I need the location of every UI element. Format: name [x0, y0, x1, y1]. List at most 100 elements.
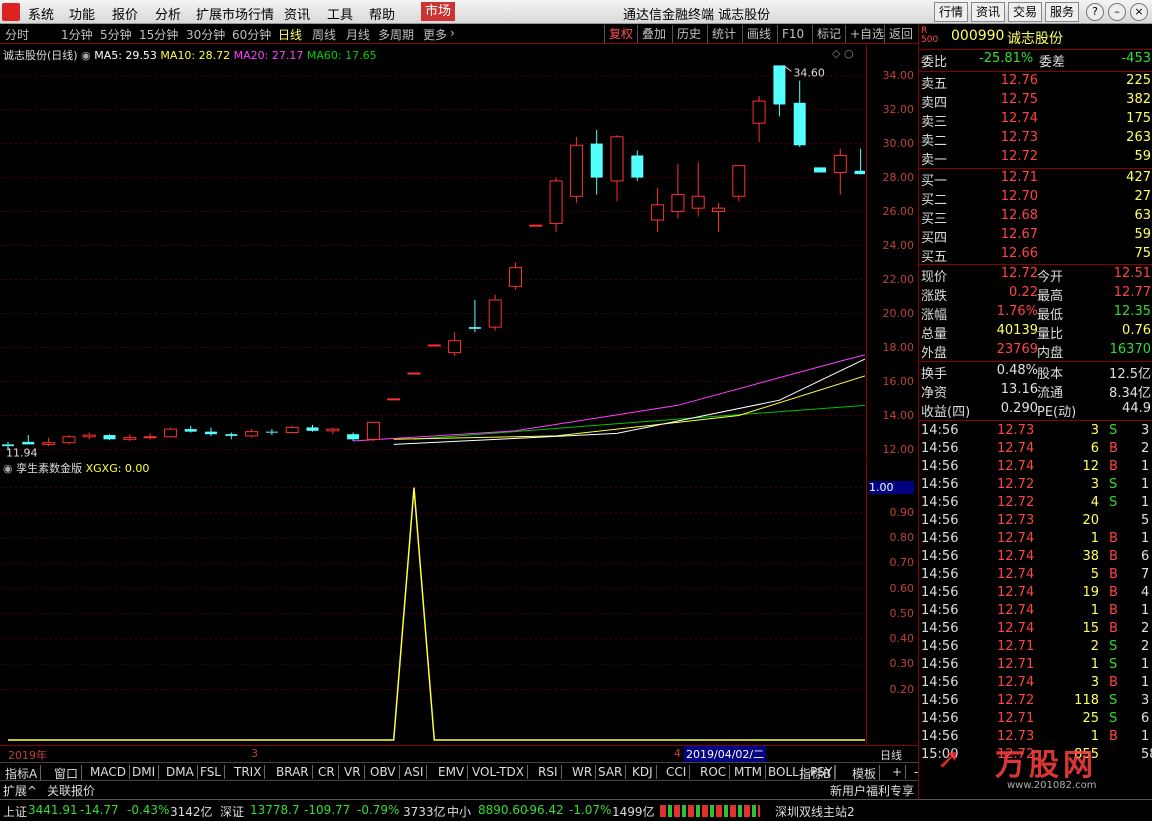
- tab-brar[interactable]: BRAR: [273, 765, 313, 779]
- period-1min[interactable]: 1分钟: [61, 26, 93, 43]
- candle-body-up: [691, 195, 705, 209]
- zx-label[interactable]: 中小: [447, 803, 471, 820]
- minimize-icon[interactable]: –: [1108, 3, 1126, 21]
- period-daily[interactable]: 日线: [278, 26, 302, 43]
- close-icon[interactable]: ×: [1130, 3, 1148, 21]
- sz-label[interactable]: 深证: [220, 803, 244, 820]
- candle-body-up: [833, 154, 847, 173]
- period-5min[interactable]: 5分钟: [100, 26, 132, 43]
- period-60min[interactable]: 60分钟: [232, 26, 271, 43]
- indicator-toggle-icon[interactable]: ◉: [3, 462, 13, 475]
- tick-volume: 5: [1090, 567, 1099, 582]
- btn-service[interactable]: 服务: [1045, 2, 1080, 22]
- candle-body-up: [529, 224, 543, 227]
- tab-kdj[interactable]: KDJ: [629, 765, 657, 779]
- menu-tools[interactable]: 工具: [327, 4, 353, 23]
- ask-row: 卖二 12.73 263: [919, 130, 1152, 149]
- tab-dma[interactable]: DMA: [163, 765, 198, 779]
- promo-link[interactable]: 新用户福利专享: [830, 782, 914, 799]
- tab-fsl[interactable]: FSL: [197, 765, 225, 779]
- low-label: 11.94: [6, 447, 38, 458]
- expand-button[interactable]: 扩展^: [3, 782, 37, 799]
- sh-label[interactable]: 上证: [3, 803, 27, 820]
- tool-add-watch[interactable]: +自选: [845, 25, 888, 43]
- menu-quote[interactable]: 报价: [112, 4, 138, 23]
- bid-row: 买五 12.66 75: [919, 246, 1152, 265]
- legend-toggle-icon[interactable]: ◉: [81, 49, 91, 62]
- menu-analysis[interactable]: 分析: [155, 4, 181, 23]
- menu-system[interactable]: 系统: [28, 4, 54, 23]
- tool-history[interactable]: 历史: [672, 25, 705, 43]
- tab-cr[interactable]: CR: [315, 765, 339, 779]
- tool-overlay[interactable]: 叠加: [637, 25, 670, 43]
- tab-emv[interactable]: EMV: [435, 765, 469, 779]
- menu-market[interactable]: 市场: [421, 2, 456, 21]
- btn-news[interactable]: 资讯: [971, 2, 1006, 22]
- kline-chart[interactable]: 34.60 11.94: [0, 45, 1152, 460]
- tool-f10[interactable]: F10: [777, 25, 808, 43]
- tick-volume: 12: [1082, 459, 1099, 474]
- webi-label: 委比: [921, 55, 948, 70]
- menu-news[interactable]: 资讯: [284, 4, 310, 23]
- tool-back[interactable]: 返回: [884, 25, 917, 43]
- tick-side: S: [1109, 711, 1118, 726]
- tab-wr[interactable]: WR: [569, 765, 597, 779]
- weicha-value: -453: [1121, 51, 1151, 66]
- tab-right-+[interactable]: +: [889, 765, 907, 779]
- tab-vr[interactable]: VR: [341, 765, 365, 779]
- tab-asi[interactable]: ASI: [401, 765, 428, 779]
- price-axis: 34.00 32.00 30.00 28.00 26.00 24.00 22.00 20.00…: [866, 45, 918, 458]
- period-30min[interactable]: 30分钟: [186, 26, 225, 43]
- tool-draw[interactable]: 画线: [742, 25, 775, 43]
- ask-row: 卖四 12.75 382: [919, 92, 1152, 111]
- tick-price: 12.74: [997, 549, 1035, 564]
- period-toolbar: 分时 1分钟 5分钟 15分钟 30分钟 60分钟 日线 周线 月线 多周期 更…: [0, 24, 918, 44]
- period-multi[interactable]: 多周期: [378, 26, 414, 43]
- menu-function[interactable]: 功能: [69, 4, 95, 23]
- tick-row: 14:56 12.74 12 B 1: [919, 459, 1152, 477]
- tab-dmi[interactable]: DMI: [129, 765, 160, 779]
- tool-fuquan[interactable]: 复权: [604, 25, 637, 43]
- window-title: 通达信金融终端 诚志股份: [623, 8, 771, 23]
- period-weekly[interactable]: 周线: [312, 26, 336, 43]
- tab-obv[interactable]: OBV: [367, 765, 400, 779]
- tool-mark[interactable]: 标记: [812, 25, 845, 43]
- tab-roc[interactable]: ROC: [697, 765, 731, 779]
- menu-help[interactable]: 帮助: [369, 4, 395, 23]
- tick-side: B: [1109, 531, 1118, 546]
- tool-stats[interactable]: 统计: [707, 25, 740, 43]
- bid-price: 12.66: [1000, 246, 1038, 261]
- server-name[interactable]: 深圳双线主站2: [775, 803, 855, 820]
- candle-body-up: [143, 436, 157, 439]
- tab-sar[interactable]: SAR: [595, 765, 627, 779]
- tick-count: 4: [1141, 585, 1150, 600]
- indicator-panel[interactable]: [0, 459, 963, 744]
- bid-row: 买一 12.71 427: [919, 170, 1152, 189]
- period-fenshi[interactable]: 分时: [5, 26, 29, 43]
- tab-rsi[interactable]: RSI: [535, 765, 562, 779]
- tick-row: 14:56 12.74 6 B 2: [919, 441, 1152, 459]
- tick-volume: 25: [1082, 711, 1099, 726]
- period-monthly[interactable]: 月线: [346, 26, 370, 43]
- help-icon[interactable]: ?: [1086, 3, 1104, 21]
- btn-trade[interactable]: 交易: [1008, 2, 1043, 22]
- panel-controls-icon[interactable]: ◇ ○: [832, 47, 854, 60]
- stat-value-2: 16370: [1109, 342, 1151, 357]
- period-more[interactable]: 更多: [423, 26, 447, 43]
- tab-mtm[interactable]: MTM: [731, 765, 767, 779]
- candle-body-down: [854, 170, 867, 175]
- tick-side: B: [1109, 603, 1118, 618]
- tab-trix[interactable]: TRIX: [231, 765, 266, 779]
- period-15min[interactable]: 15分钟: [139, 26, 178, 43]
- related-quote-button[interactable]: 关联报价: [47, 782, 95, 799]
- tab-macd[interactable]: MACD: [87, 765, 130, 779]
- candle-body-up: [752, 100, 766, 124]
- indicator-chart[interactable]: [0, 459, 963, 744]
- chevron-right-icon[interactable]: ›: [450, 26, 455, 40]
- btn-quote[interactable]: 行情: [934, 2, 969, 22]
- menu-ext-market[interactable]: 扩展市场行情: [196, 4, 274, 23]
- kline-panel[interactable]: 34.60 11.94: [0, 45, 1152, 460]
- tick-side: S: [1109, 657, 1118, 672]
- tab-vol-tdx[interactable]: VOL-TDX: [469, 765, 528, 779]
- tab-cci[interactable]: CCI: [663, 765, 691, 779]
